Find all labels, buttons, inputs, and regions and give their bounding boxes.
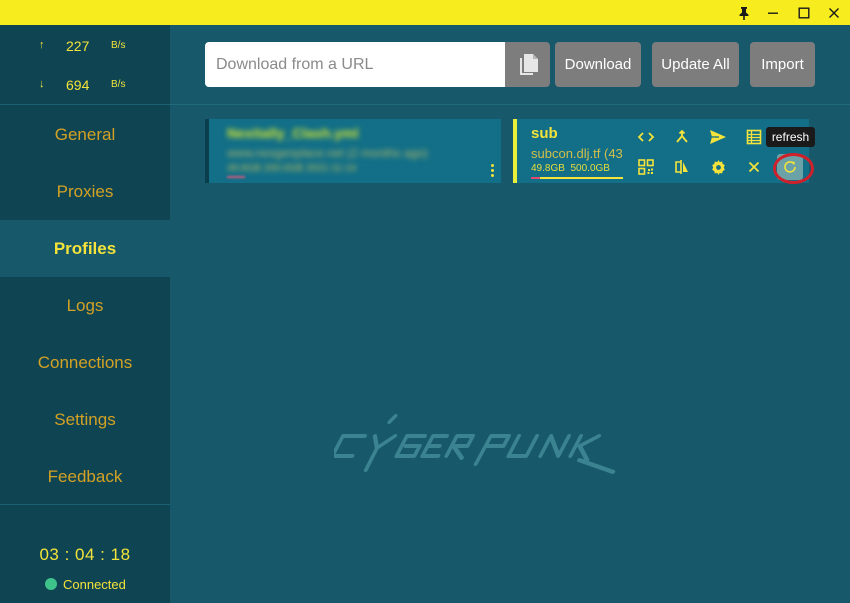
nav-item-settings[interactable]: Settings (0, 391, 170, 448)
profile-card[interactable]: Nexitally_Clash.yml www.nexgenplace.net … (205, 119, 501, 183)
gear-icon[interactable] (705, 154, 731, 180)
download-button-label: Download (564, 56, 632, 73)
maximize-icon[interactable] (789, 0, 819, 25)
import-button-label: Import (761, 56, 804, 73)
usage-bar (531, 177, 623, 179)
download-arrow-icon: ↓ (39, 78, 45, 90)
usage-used: 49.8GB (531, 163, 565, 174)
copy-paste-icon (519, 53, 538, 75)
nav-item-logs[interactable]: Logs (0, 277, 170, 334)
download-button[interactable]: Download (555, 42, 641, 87)
connection-label: Connected (63, 576, 126, 592)
profile-usage: 49.8GB 200.0GB 2021-11-14 (227, 163, 357, 174)
nav-item-general[interactable]: General (0, 106, 170, 163)
paste-button[interactable] (505, 42, 550, 87)
download-unit: B/s (111, 79, 126, 90)
nav-label-profiles: Profiles (53, 238, 117, 258)
status-dot-icon (45, 578, 57, 590)
traffic-panel: ↑ 227 B/s ↓ 694 B/s (0, 25, 170, 105)
nav-label-general: General (54, 124, 116, 144)
nav-item-connections[interactable]: Connections (0, 334, 170, 391)
nav-label-settings: Settings (54, 409, 116, 429)
code-icon[interactable] (633, 124, 659, 150)
uptime-clock: 03 : 04 : 18 (39, 545, 131, 564)
nav-item-proxies[interactable]: Proxies (0, 163, 170, 220)
sidebar: ↑ 227 B/s ↓ 694 B/s General Proxies Prof… (0, 25, 170, 603)
nav-label-logs: Logs (66, 295, 104, 315)
url-input[interactable] (205, 42, 505, 87)
profile-url: subcon.dlj.tf (43 (531, 146, 623, 161)
nav-label-feedback: Feedback (47, 466, 123, 486)
nav-label-connections: Connections (37, 352, 133, 372)
nav-label-proxies: Proxies (56, 181, 114, 201)
upload-speed: ↑ 227 B/s (0, 37, 170, 57)
profile-usage: 49.8GB 500.0GB (531, 163, 610, 174)
profile-toolbar: Download Update All Import (170, 25, 850, 105)
merge-icon[interactable] (669, 124, 695, 150)
pin-icon[interactable] (729, 0, 759, 25)
table-icon[interactable] (741, 124, 767, 150)
title-bar (0, 0, 850, 25)
compare-icon[interactable] (669, 154, 695, 180)
upload-arrow-icon: ↑ (39, 39, 45, 51)
close-icon[interactable] (741, 154, 767, 180)
usage-total: 500.0GB (570, 163, 610, 174)
more-options-icon[interactable] (487, 163, 497, 179)
nav-item-profiles[interactable]: Profiles (0, 220, 170, 277)
status-panel: 03 : 04 : 18 Connected (0, 504, 170, 603)
usage-bar-fill (531, 177, 540, 179)
upload-value: 227 (66, 38, 90, 54)
close-icon[interactable] (819, 0, 849, 25)
tooltip: refresh (766, 127, 815, 147)
minimize-icon[interactable] (758, 0, 788, 25)
highlight-ring (773, 153, 814, 184)
profile-name: sub (531, 125, 558, 142)
profile-url: www.nexgenplace.net (2 months ago) (227, 146, 428, 160)
send-icon[interactable] (705, 124, 731, 150)
update-all-button-label: Update All (661, 56, 730, 73)
download-value: 694 (66, 77, 90, 93)
qr-code-icon[interactable] (633, 154, 659, 180)
usage-bar (227, 176, 245, 178)
connection-status: Connected (45, 576, 126, 592)
update-all-button[interactable]: Update All (652, 42, 739, 87)
nav-item-feedback[interactable]: Feedback (0, 448, 170, 505)
download-speed: ↓ 694 B/s (0, 76, 170, 96)
profile-name: Nexitally_Clash.yml (227, 125, 359, 141)
cyberpunk-logo (334, 414, 616, 486)
upload-unit: B/s (111, 40, 126, 51)
import-button[interactable]: Import (750, 42, 815, 87)
